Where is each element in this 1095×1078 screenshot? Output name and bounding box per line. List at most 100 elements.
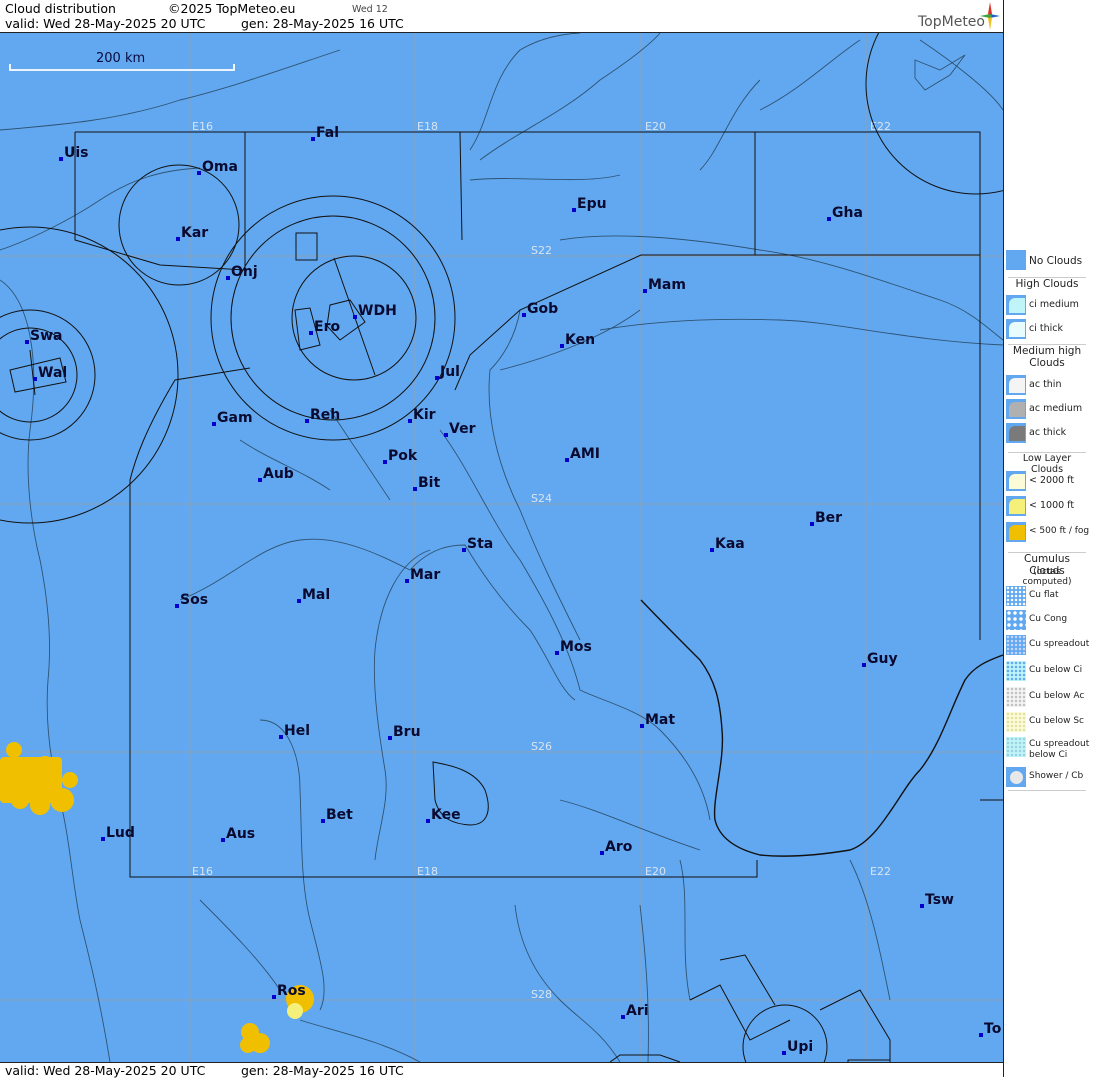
city-bit[interactable]: Bit	[413, 475, 440, 491]
legend-cu-spreadout: Cu spreadout	[1004, 635, 1094, 657]
city-label: Kar	[181, 225, 208, 241]
city-dot	[226, 276, 230, 280]
city-dot	[59, 157, 63, 161]
city-uis[interactable]: Uis	[59, 145, 89, 161]
city-hel[interactable]: Hel	[279, 723, 310, 739]
grid-label-e18-bottom: E18	[417, 865, 438, 878]
city-label: Gam	[217, 410, 253, 426]
city-label: Hel	[284, 723, 310, 739]
city-label: To	[984, 1021, 1002, 1037]
city-label: Gob	[527, 301, 558, 317]
city-dot	[408, 419, 412, 423]
city-aus[interactable]: Aus	[221, 826, 255, 842]
legend-shower-cb: Shower / Cb	[1004, 767, 1094, 789]
city-wdh[interactable]: WDH	[353, 303, 397, 319]
compass-logo-icon	[980, 2, 1000, 30]
city-label: Sta	[467, 536, 493, 552]
city-ami[interactable]: AMI	[565, 446, 600, 462]
city-label: WDH	[358, 303, 397, 319]
city-dot	[197, 171, 201, 175]
city-dot	[920, 904, 924, 908]
city-lud[interactable]: Lud	[101, 825, 135, 841]
city-reh[interactable]: Reh	[305, 407, 340, 423]
city-dot	[862, 663, 866, 667]
city-mos[interactable]: Mos	[555, 639, 592, 655]
city-aub[interactable]: Aub	[258, 466, 294, 482]
city-wal[interactable]: Wal	[33, 365, 67, 381]
city-label: AMI	[570, 446, 600, 462]
city-label: Gha	[832, 205, 863, 221]
grid-label-s22: S22	[531, 244, 552, 257]
no-clouds-area	[0, 33, 1003, 1062]
city-sta[interactable]: Sta	[462, 536, 493, 552]
city-tsw[interactable]: Tsw	[920, 892, 954, 908]
legend-ci-thick: ci thick	[1004, 319, 1094, 341]
city-mam[interactable]: Mam	[643, 277, 686, 293]
city-ero[interactable]: Ero	[309, 319, 340, 335]
cloud-map[interactable]: E16 E18 E20 E22 E16 E18 E20 E22 S22 S24 …	[0, 33, 1003, 1062]
city-sos[interactable]: Sos	[175, 592, 208, 608]
city-mat[interactable]: Mat	[640, 712, 675, 728]
city-gam[interactable]: Gam	[212, 410, 253, 426]
city-ari[interactable]: Ari	[621, 1003, 649, 1019]
footer-valid-time: valid: Wed 28-May-2025 20 UTC	[5, 1063, 206, 1078]
city-label: Kee	[431, 807, 461, 823]
city-dot	[297, 599, 301, 603]
city-label: Mat	[645, 712, 675, 728]
city-kar[interactable]: Kar	[176, 225, 208, 241]
city-mal[interactable]: Mal	[297, 587, 330, 603]
legend-cu-cong: Cu Cong	[1004, 610, 1094, 632]
footer-gen-time: gen: 28-May-2025 16 UTC	[241, 1063, 404, 1078]
grid-label-e16: E16	[192, 120, 213, 133]
legend-low-1000: < 1000 ft	[1004, 496, 1094, 518]
low-cloud-1000-areas	[287, 1003, 303, 1019]
city-kee[interactable]: Kee	[426, 807, 461, 823]
city-gha[interactable]: Gha	[827, 205, 863, 221]
city-label: Jul	[439, 364, 460, 380]
city-kaa[interactable]: Kaa	[710, 536, 745, 552]
city-mar[interactable]: Mar	[405, 567, 440, 583]
city-label: Aus	[226, 826, 255, 842]
city-swa[interactable]: Swa	[25, 328, 62, 344]
city-oma[interactable]: Oma	[197, 159, 238, 175]
city-dot	[435, 376, 439, 380]
city-gob[interactable]: Gob	[522, 301, 558, 317]
city-label: Mar	[410, 567, 440, 583]
city-label: Aro	[605, 839, 633, 855]
city-epu[interactable]: Epu	[572, 196, 607, 212]
city-upi[interactable]: Upi	[782, 1039, 813, 1055]
legend-ci-medium: ci medium	[1004, 295, 1094, 317]
city-dot	[309, 331, 313, 335]
topmeteo-logo: TopMeteo	[918, 14, 985, 30]
city-label: Fal	[316, 125, 339, 141]
city-pok[interactable]: Pok	[383, 448, 418, 464]
city-ber[interactable]: Ber	[810, 510, 842, 526]
city-dot	[321, 819, 325, 823]
grid-label-s28: S28	[531, 988, 552, 1001]
gen-time: gen: 28-May-2025 16 UTC	[241, 16, 404, 31]
city-label: Ros	[277, 983, 306, 999]
city-dot	[560, 344, 564, 348]
city-guy[interactable]: Guy	[862, 651, 898, 667]
city-label: Mal	[302, 587, 330, 603]
scale-label: 200 km	[96, 51, 145, 66]
city-ros[interactable]: Ros	[272, 983, 306, 999]
city-aro[interactable]: Aro	[600, 839, 633, 855]
city-onj[interactable]: Onj	[226, 264, 258, 280]
city-fal[interactable]: Fal	[311, 125, 339, 141]
city-dot	[272, 995, 276, 999]
city-bru[interactable]: Bru	[388, 724, 421, 740]
city-bet[interactable]: Bet	[321, 807, 353, 823]
legend-medium-high-header: Medium high Clouds	[1008, 344, 1086, 375]
city-dot	[462, 548, 466, 552]
city-dot	[258, 478, 262, 482]
city-label: Ari	[626, 1003, 649, 1019]
map-title: Cloud distribution	[5, 1, 116, 16]
city-label: Upi	[787, 1039, 813, 1055]
city-label: Pok	[388, 448, 418, 464]
city-ver[interactable]: Ver	[444, 421, 476, 437]
city-label: Ken	[565, 332, 595, 348]
city-ken[interactable]: Ken	[560, 332, 595, 348]
city-kir[interactable]: Kir	[408, 407, 436, 423]
valid-time: valid: Wed 28-May-2025 20 UTC	[5, 16, 206, 31]
